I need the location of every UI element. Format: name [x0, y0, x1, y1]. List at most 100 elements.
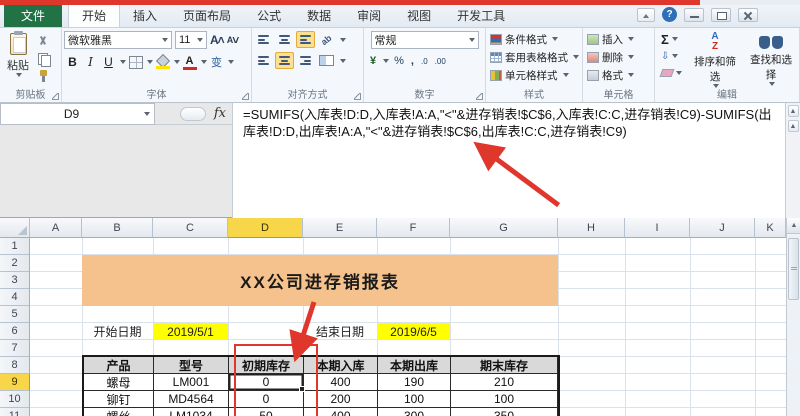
row-header-2[interactable]: 2 [0, 255, 30, 272]
column-header-f[interactable]: F [377, 218, 450, 238]
minimize-ribbon-icon[interactable] [637, 7, 655, 22]
column-header-e[interactable]: E [303, 218, 377, 238]
formula-input[interactable]: =SUMIFS(入库表!D:D,入库表!A:A,"<"&进存销表!$C$6,入库… [232, 103, 785, 218]
start-date-label-cell[interactable]: 开始日期 [82, 323, 153, 340]
tab-file[interactable]: 文件 [4, 3, 63, 27]
align-left-button[interactable] [254, 52, 273, 69]
tab-insert[interactable]: 插入 [120, 3, 170, 27]
increase-decimal-button[interactable]: .0 [419, 53, 430, 69]
clipboard-dialog-launcher-icon[interactable] [52, 93, 59, 100]
font-color-button[interactable]: A [181, 53, 198, 71]
phonetic-guide-button[interactable]: 变 [208, 53, 225, 71]
close-window-icon[interactable] [738, 7, 758, 22]
name-box[interactable]: D9 [0, 103, 155, 125]
tab-formulas[interactable]: 公式 [244, 3, 294, 27]
copy-icon[interactable] [34, 51, 56, 67]
find-select-button[interactable]: 查找和选择 [745, 32, 797, 89]
format-painter-icon[interactable] [34, 68, 56, 83]
align-right-button[interactable] [296, 52, 315, 69]
table-cell[interactable]: LM1034 [154, 408, 229, 416]
font-name-select[interactable]: 微软雅黑 [64, 31, 172, 49]
percent-format-button[interactable]: % [392, 53, 406, 69]
table-cell[interactable]: MD4564 [154, 391, 229, 408]
formula-collapse-icon[interactable]: ▲ [787, 120, 799, 132]
align-top-button[interactable] [254, 31, 273, 48]
conditional-formatting-button[interactable]: 条件格式 [490, 31, 580, 47]
align-middle-button[interactable] [275, 31, 294, 48]
borders-button[interactable] [127, 53, 144, 71]
sort-filter-button[interactable]: AZ 排序和筛选 [689, 32, 741, 89]
clear-button[interactable] [659, 65, 689, 81]
row-header-8[interactable]: 8 [0, 357, 30, 374]
column-header-j[interactable]: J [690, 218, 755, 238]
insert-cells-button[interactable]: 插入 [587, 31, 652, 47]
table-cell[interactable]: LM001 [154, 374, 229, 391]
start-date-value-cell[interactable]: 2019/5/1 [153, 323, 228, 340]
row-header-3[interactable]: 3 [0, 272, 30, 289]
row-header-9-selected[interactable]: 9 [0, 374, 30, 391]
grow-font-button[interactable]: A ˄ [210, 33, 225, 47]
table-cell[interactable]: 螺丝 [84, 408, 154, 416]
table-header-outbound[interactable]: 本期出库 [378, 357, 451, 374]
row-header-4[interactable]: 4 [0, 289, 30, 306]
insert-function-icon[interactable]: fx [214, 106, 226, 121]
tab-home[interactable]: 开始 [68, 2, 121, 27]
paste-button[interactable]: 粘贴 [2, 31, 34, 89]
row-header-7[interactable]: 7 [0, 340, 30, 357]
cell-styles-button[interactable]: 单元格样式 [490, 67, 580, 83]
alignment-dialog-launcher-icon[interactable] [354, 93, 361, 100]
table-cell[interactable]: 100 [451, 391, 558, 408]
table-cell[interactable]: 300 [378, 408, 451, 416]
restore-window-icon[interactable] [711, 7, 731, 22]
table-cell[interactable]: 350 [451, 408, 558, 416]
number-dialog-launcher-icon[interactable] [476, 93, 483, 100]
bold-button[interactable]: B [64, 53, 81, 71]
table-header-ending-stock[interactable]: 期末库存 [451, 357, 558, 374]
vertical-scrollbar[interactable]: ▲ [786, 218, 800, 416]
delete-cells-button[interactable]: 删除 [587, 49, 652, 65]
column-header-h[interactable]: H [558, 218, 625, 238]
shrink-font-button[interactable]: A ˅ [227, 33, 239, 47]
format-cells-button[interactable]: 格式 [587, 67, 652, 83]
end-date-label-cell[interactable]: 结束日期 [303, 323, 377, 340]
scrollbar-thumb[interactable] [788, 238, 799, 300]
column-header-a[interactable]: A [30, 218, 82, 238]
table-header-model[interactable]: 型号 [154, 357, 229, 374]
column-header-b[interactable]: B [82, 218, 153, 238]
tab-data[interactable]: 数据 [294, 3, 344, 27]
table-cell[interactable]: 190 [378, 374, 451, 391]
fill-button[interactable]: ⇩ [659, 48, 689, 64]
comma-format-button[interactable]: , [409, 53, 416, 69]
column-header-k[interactable]: K [755, 218, 786, 238]
help-icon[interactable]: ? [662, 7, 677, 22]
font-dialog-launcher-icon[interactable] [242, 93, 249, 100]
report-title-banner[interactable]: XX公司进存销报表 [82, 255, 558, 306]
italic-button[interactable]: I [82, 53, 99, 71]
table-cell[interactable]: 螺母 [84, 374, 154, 391]
fill-color-button[interactable] [154, 53, 171, 71]
end-date-value-cell[interactable]: 2019/6/5 [377, 323, 450, 340]
row-header-5[interactable]: 5 [0, 306, 30, 323]
row-header-1[interactable]: 1 [0, 238, 30, 255]
table-cell[interactable]: 100 [378, 391, 451, 408]
tab-developer[interactable]: 开发工具 [444, 3, 518, 27]
align-bottom-button[interactable] [296, 31, 315, 48]
select-all-corner[interactable] [0, 218, 30, 238]
row-header-11[interactable]: 11 [0, 408, 30, 416]
table-cell[interactable]: 铆钉 [84, 391, 154, 408]
cut-icon[interactable] [34, 34, 56, 49]
table-header-product[interactable]: 产品 [84, 357, 154, 374]
table-cell[interactable]: 210 [451, 374, 558, 391]
column-header-d-selected[interactable]: D [228, 218, 303, 238]
underline-button[interactable]: U [100, 53, 117, 71]
tab-view[interactable]: 视图 [394, 3, 444, 27]
column-header-g[interactable]: G [450, 218, 558, 238]
tab-review[interactable]: 审阅 [344, 3, 394, 27]
column-header-i[interactable]: I [625, 218, 690, 238]
font-size-select[interactable]: 11 [175, 31, 207, 49]
format-as-table-button[interactable]: 套用表格格式 [490, 49, 580, 65]
autosum-button[interactable]: Σ [659, 31, 689, 47]
tab-page-layout[interactable]: 页面布局 [170, 3, 244, 27]
minimize-window-icon[interactable] [684, 7, 704, 22]
row-header-6[interactable]: 6 [0, 323, 30, 340]
